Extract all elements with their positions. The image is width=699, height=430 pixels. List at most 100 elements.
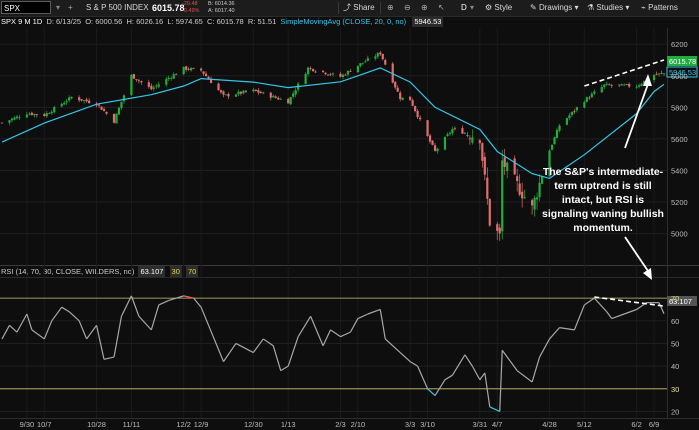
rsi-segment [516, 370, 533, 383]
rsi-segment [340, 331, 351, 338]
rsi-segment [113, 316, 123, 358]
candle-body [150, 85, 153, 90]
candle-body [364, 61, 367, 63]
candle-body [570, 111, 574, 115]
candle-body [28, 113, 31, 115]
rsi-segment [379, 309, 386, 340]
rsi-segment [573, 304, 585, 331]
candle-body [618, 84, 621, 86]
candle-body [625, 84, 628, 85]
candle-body [65, 101, 68, 103]
candle-body [192, 67, 195, 69]
candle-body [575, 107, 578, 111]
candle-body [523, 197, 526, 199]
candle-body [33, 113, 36, 116]
date-tick-label: 10/7 [37, 420, 52, 429]
rsi-segment [16, 313, 28, 333]
rsi-segment [272, 345, 282, 371]
rsi-segment [297, 315, 312, 337]
candle-body [453, 128, 457, 130]
candle-body [311, 68, 315, 72]
rsi-tick-label: 40 [671, 362, 679, 371]
rsi-grid [0, 297, 667, 412]
candle-body [120, 101, 123, 108]
candle-body [326, 74, 330, 76]
candle-body [292, 93, 295, 97]
candle-body [498, 227, 501, 234]
rsi-30-label: 30 [671, 385, 679, 394]
candle-body [85, 99, 88, 102]
rsi-segment [51, 306, 63, 322]
candle-body [83, 100, 86, 101]
candle-body [274, 96, 277, 98]
candle-body [10, 118, 14, 121]
candle-body [140, 81, 143, 83]
candle-body [132, 74, 136, 79]
rsi-segment [584, 297, 595, 306]
rsi-segment [235, 342, 254, 354]
candle-body [202, 71, 205, 74]
candle-body [585, 97, 588, 102]
candle-body [662, 73, 666, 75]
rsi-segment [68, 311, 80, 322]
rsi-segment [464, 354, 473, 367]
candle-body [446, 134, 449, 137]
rsi-segment [479, 372, 486, 381]
candle-body [411, 100, 414, 106]
candle-body [394, 81, 397, 88]
date-tick-label: 1/13 [281, 420, 296, 429]
rsi-segment [120, 295, 132, 317]
date-tick-label: 6/2 [631, 420, 641, 429]
candle-body [603, 84, 606, 87]
rsi-segment [150, 304, 160, 331]
candle-body [25, 114, 28, 118]
candle-body [165, 78, 168, 85]
rsi-tick-label: 20 [671, 407, 679, 416]
rsi-segment [434, 379, 446, 396]
date-tick-label: 3/3 [405, 420, 415, 429]
date-tick-label: 12/9 [194, 420, 209, 429]
candle-body [257, 90, 260, 93]
candle-body [304, 73, 307, 85]
candle-body [48, 113, 51, 114]
rsi-segment [130, 295, 140, 317]
candle-body [361, 62, 364, 64]
rsi-segment [287, 336, 299, 367]
candle-body [244, 90, 247, 92]
candle-body [30, 112, 33, 115]
candle-body [481, 143, 484, 161]
candle-body [137, 80, 140, 82]
candle-body [628, 83, 631, 87]
candle-body [190, 68, 193, 71]
candle-body [289, 97, 292, 105]
candle-body [486, 177, 489, 199]
rsi-segment [330, 329, 341, 338]
annotation-line-2: term uptrend is still [554, 180, 652, 192]
candle-body [252, 89, 255, 92]
candle-body [513, 158, 516, 175]
candle-body [152, 87, 155, 89]
date-tick-label: 5/12 [577, 420, 592, 429]
rsi-segment [103, 356, 115, 360]
candle-body [538, 182, 541, 198]
rsi-tick-label: 50 [671, 339, 679, 348]
rsi-segment [501, 349, 518, 372]
candle-body [147, 82, 150, 87]
candle-body [652, 75, 656, 81]
candle-body [503, 157, 506, 167]
candle-body [416, 110, 419, 118]
candle-body [384, 60, 387, 65]
candle-body [478, 140, 481, 144]
candle-body [553, 137, 556, 145]
rsi-segment [78, 320, 88, 340]
candle-body [488, 198, 491, 226]
date-tick-label: 6/9 [649, 420, 659, 429]
rsi-segment [658, 302, 665, 315]
candle-body [608, 84, 611, 86]
rsi-segment [367, 308, 381, 315]
candle-body [53, 107, 56, 113]
last-price-tag: 6015.78 [669, 57, 696, 66]
candle-body [530, 200, 534, 206]
rsi-segment [193, 297, 202, 308]
rsi-segment [138, 315, 152, 331]
